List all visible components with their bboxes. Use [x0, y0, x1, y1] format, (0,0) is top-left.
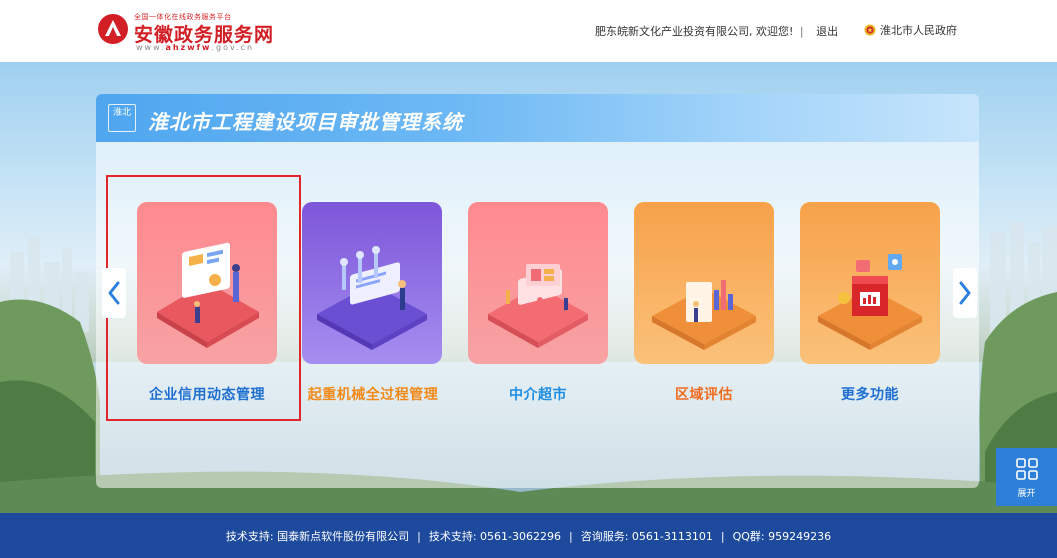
gov-link[interactable]: 淮北市人民政府 — [864, 22, 957, 38]
logo-url-suffix: .gov.cn — [211, 43, 255, 52]
footer-separator: | — [417, 530, 421, 543]
logo-url: www.ahzwfw.gov.cn — [136, 43, 254, 52]
tile-label-credit-management[interactable]: 企业信用动态管理 — [122, 384, 292, 404]
tile-regional-assessment[interactable] — [634, 202, 774, 364]
expand-button[interactable]: 展开 — [996, 448, 1057, 506]
footer-tech-support-company: 技术支持: 国泰新点软件股份有限公司 — [225, 530, 410, 543]
tile-agency-market[interactable] — [468, 202, 608, 364]
tile-label-more-features[interactable]: 更多功能 — [785, 384, 955, 404]
credit-dashboard-icon — [157, 242, 259, 348]
logo-url-domain: ahzwfw — [165, 43, 212, 52]
top-header: 全国一体化在线政务服务平台 安徽政务服务网 www.ahzwfw.gov.cn … — [0, 0, 1057, 62]
logo-url-prefix: www. — [136, 43, 166, 52]
chevron-left-icon — [108, 281, 120, 305]
user-info: 肥东皖新文化产业投资有限公司, 欢迎您! | 退出 — [595, 23, 838, 39]
header-divider: | — [799, 25, 804, 38]
carousel-prev-button[interactable] — [102, 268, 126, 318]
carousel-next-button[interactable] — [953, 268, 977, 318]
footer-separator: | — [720, 530, 725, 543]
tile-label-crane-management[interactable]: 起重机械全过程管理 — [288, 384, 458, 404]
site-logo[interactable]: 全国一体化在线政务服务平台 安徽政务服务网 www.ahzwfw.gov.cn — [96, 10, 296, 52]
logout-link[interactable]: 退出 — [816, 25, 838, 38]
gov-link-label: 淮北市人民政府 — [880, 24, 957, 37]
chevron-right-icon — [959, 281, 971, 305]
footer-info: 技术支持: 国泰新点软件股份有限公司 | 技术支持: 0561-3062296 | 咨询… — [0, 528, 1057, 544]
footer-qq-group: QQ群: 959249236 — [732, 530, 832, 543]
national-emblem-icon — [864, 24, 876, 36]
crane-dashboard-icon — [317, 246, 427, 350]
tile-label-agency-market[interactable]: 中介超市 — [453, 384, 623, 404]
panel-title: 淮北市工程建设项目审批管理系统 — [148, 110, 463, 134]
tile-crane-management[interactable] — [302, 202, 442, 364]
agency-market-icon — [488, 264, 588, 348]
footer-tech-support-phone: 技术支持: 0561-3062296 — [428, 530, 561, 543]
logo-mark-icon — [98, 14, 128, 44]
welcome-text: 肥东皖新文化产业投资有限公司, 欢迎您! — [595, 25, 794, 38]
city-seal-icon: 淮北 — [108, 104, 136, 132]
tile-credit-management[interactable] — [137, 202, 277, 364]
footer-consult-phone: 咨询服务: 0561-3113101 — [580, 530, 713, 543]
more-features-icon — [818, 254, 922, 350]
tile-label-regional-assessment[interactable]: 区域评估 — [619, 384, 789, 404]
regional-assessment-icon — [652, 280, 756, 350]
grid-icon — [1016, 458, 1038, 480]
city-seal-text: 淮北 — [112, 108, 131, 118]
expand-label: 展开 — [1017, 489, 1036, 499]
footer-separator: | — [568, 530, 573, 543]
footer: 技术支持: 国泰新点软件股份有限公司 | 技术支持: 0561-3062296 | 咨询… — [0, 513, 1057, 558]
tile-more-features[interactable] — [800, 202, 940, 364]
panel-header: 淮北 淮北市工程建设项目审批管理系统 — [96, 94, 979, 142]
